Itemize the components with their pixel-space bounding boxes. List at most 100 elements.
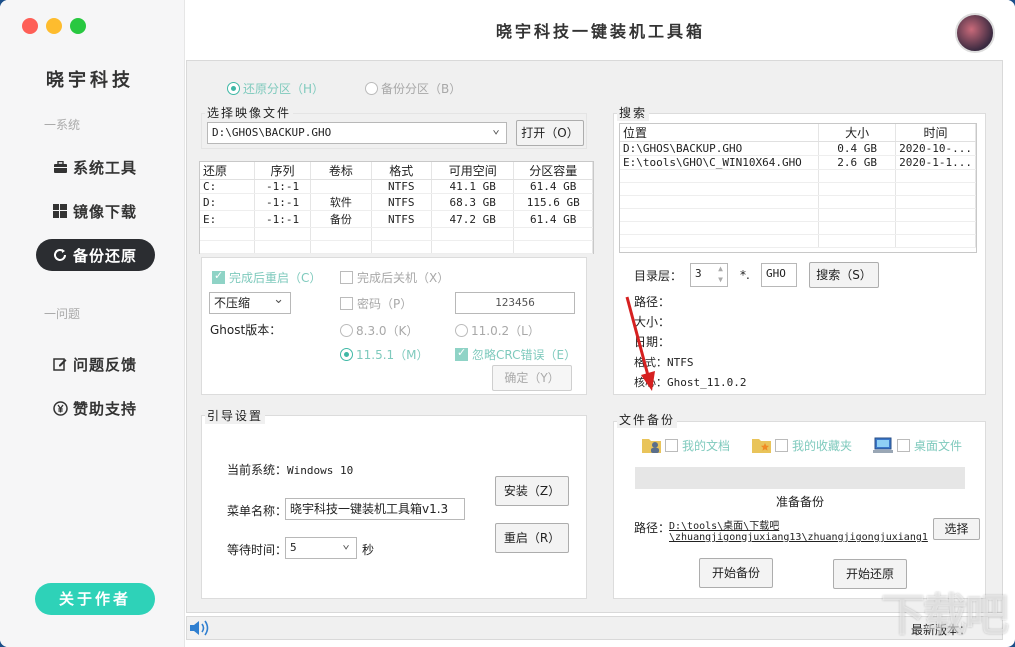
restore-partition-radio[interactable]: 还原分区（H） [227,80,324,97]
spinner-arrows-icon[interactable]: ▲ ▼ [718,263,723,285]
compression-select[interactable]: 不压缩 [209,290,291,314]
cell-sequence: -1:-1 [254,193,312,211]
image-file-group-label: 选择映像文件 [205,104,294,121]
col-location: 位置 [620,124,820,142]
cell-size: 0.4 GB [818,141,897,156]
table-row[interactable] [200,227,593,241]
depth-spinner[interactable]: 3 ▲ ▼ [690,263,728,287]
minimize-window-button[interactable] [46,18,62,34]
wildcard-label: *. [740,268,750,282]
ignore-crc-checkbox[interactable]: 忽略CRC错误（E） [455,346,576,363]
col-time: 时间 [895,124,976,142]
table-row[interactable]: E:\tools\GHO\C_WIN10X64.GHO 2.6 GB 2020-… [620,155,976,170]
partition-table[interactable]: 还原 序列 卷标 格式 可用空间 分区容量 C: -1:-1 NTFS 41.1… [199,161,594,254]
cell-size: 2.6 GB [818,155,897,170]
edit-icon [52,356,68,372]
cell-location: D:\GHOS\BACKUP.GHO [620,141,820,156]
desktop-files-checkbox[interactable]: 桌面文件 [873,435,962,455]
cell-format: NTFS [371,210,432,228]
cell-format: NTFS [371,193,432,211]
backup-path-line1[interactable]: D:\tools\桌面\下载吧 [669,517,779,532]
cell-sequence: -1:-1 [254,179,312,194]
cell-capacity: 61.4 GB [513,179,593,194]
sidebar-item-label: 镜像下载 [73,202,138,221]
sidebar-item-sponsor[interactable]: 赞助支持 [36,392,155,424]
sidebar: 晓宇科技 一系统 系统工具 镜像下载 备份还原 一问题 问题反馈 赞助支持 关于… [0,0,185,647]
cell-drive: E: [200,210,255,228]
windows-icon [52,203,68,219]
menu-name-field[interactable]: 晓宇科技一键装机工具箱v1.3 [285,498,465,520]
annotation-arrow-icon [625,296,655,391]
shutdown-after-checkbox[interactable]: 完成后关机（X） [340,269,449,286]
backup-path-label: 路径： [634,521,671,535]
sidebar-item-feedback[interactable]: 问题反馈 [36,348,155,380]
restart-button[interactable]: 重启（R） [495,523,569,553]
password-field[interactable]: 123456 [455,292,575,314]
cell-format: NTFS [371,179,432,194]
speaker-icon[interactable] [187,618,211,638]
cell-location: E:\tools\GHO\C_WIN10X64.GHO [620,155,820,170]
sidebar-item-image-download[interactable]: 镜像下载 [36,195,155,227]
wait-time-label: 等待时间： [227,543,288,557]
col-label: 卷标 [310,162,372,180]
sidebar-item-backup-restore[interactable]: 备份还原 [36,239,155,271]
extension-field[interactable]: GHO [761,263,797,287]
cell-capacity: 115.6 GB [513,193,593,211]
ghost-830-radio[interactable]: 8.3.0（K） [340,322,418,339]
col-format: 格式 [371,162,432,180]
table-row[interactable]: D: -1:-1 软件 NTFS 68.3 GB 115.6 GB [200,193,593,211]
cell-label: 软件 [310,193,372,211]
col-sequence: 序列 [254,162,312,180]
open-image-button[interactable]: 打开（O） [516,120,584,146]
restart-after-checkbox[interactable]: 完成后重启（C） [212,269,321,286]
section-system: 一系统 [44,118,81,132]
desktop-monitor-icon [873,435,895,455]
install-button[interactable]: 安装（Z） [495,476,569,506]
cell-time: 2020-10-... [895,141,976,156]
confirm-button[interactable]: 确定（Y） [492,365,572,391]
ghost-1151-radio[interactable]: 11.5.1（M） [340,346,429,363]
cell-label: 备份 [310,210,372,228]
table-row[interactable] [200,240,593,254]
backup-path-line2[interactable]: \zhuangjigongjuxiang13\zhuangjigongjuxia… [669,532,931,543]
ghost-version-label: Ghost版本： [210,323,282,337]
my-documents-checkbox[interactable]: 我的文档 [641,435,730,455]
radio-selected-icon [227,82,240,95]
file-backup-label: 文件备份 [617,411,678,428]
start-backup-button[interactable]: 开始备份 [699,558,773,588]
image-path-select[interactable]: D:\GHOS\BACKUP.GHO [207,120,507,144]
search-button[interactable]: 搜索（S） [809,262,879,288]
table-row[interactable]: C: -1:-1 NTFS 41.1 GB 61.4 GB [200,179,593,194]
backup-progress-bar [635,467,965,489]
col-restore: 还原 [200,162,255,180]
checkbox-icon [340,297,353,310]
about-author-button[interactable]: 关于作者 [35,583,155,615]
cell-drive: C: [200,179,255,194]
user-avatar[interactable] [955,13,995,53]
sidebar-item-system-tools[interactable]: 系统工具 [36,151,155,183]
ghost-1102-radio[interactable]: 11.0.2（L） [455,322,540,339]
cell-capacity: 61.4 GB [513,210,593,228]
search-results-table[interactable]: 位置 大小 时间 D:\GHOS\BACKUP.GHO 0.4 GB 2020-… [619,123,977,253]
search-group-label: 搜索 [617,104,650,121]
maximize-window-button[interactable] [70,18,86,34]
favorites-checkbox[interactable]: 我的收藏夹 [751,435,852,455]
checkbox-icon [775,439,788,452]
cell-free: 47.2 GB [431,210,515,228]
watermark-logo: 下载吧 [881,590,1009,641]
cell-drive: D: [200,193,255,211]
table-row[interactable]: E: -1:-1 备份 NTFS 47.2 GB 61.4 GB [200,210,593,228]
backup-partition-radio[interactable]: 备份分区（B） [365,80,461,97]
choose-path-button[interactable]: 选择 [933,518,980,540]
wait-time-select[interactable]: 5 [285,535,357,559]
wait-time-unit: 秒 [362,543,375,557]
cell-label [310,179,372,194]
password-checkbox[interactable]: 密码（P） [340,295,412,312]
current-system-label: 当前系统：Windows 10 [227,463,354,477]
radio-empty-icon [365,82,378,95]
table-row[interactable]: D:\GHOS\BACKUP.GHO 0.4 GB 2020-10-... [620,141,976,156]
cell-sequence: -1:-1 [254,210,312,228]
close-window-button[interactable] [22,18,38,34]
folder-user-icon [641,435,663,455]
col-capacity: 分区容量 [513,162,593,180]
